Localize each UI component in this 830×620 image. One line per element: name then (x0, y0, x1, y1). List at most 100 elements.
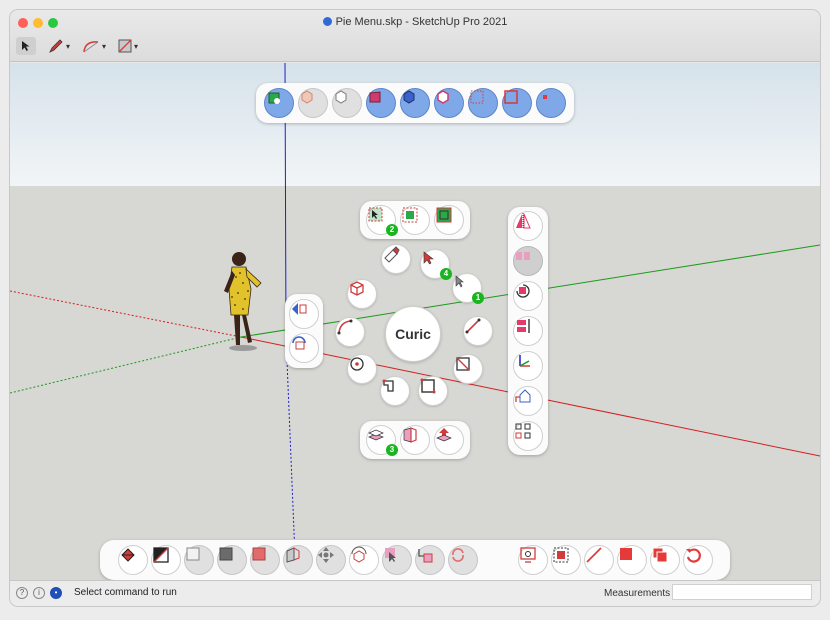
titlebar: Pie Menu.skp - SketchUp Pro 2021 ▾ ▾ ▾ (10, 10, 820, 62)
align-button[interactable] (513, 246, 543, 276)
offset-icon (417, 549, 432, 563)
paint-bucket-button[interactable] (117, 545, 148, 575)
place-house-button[interactable] (513, 386, 543, 416)
axes-icon (519, 355, 530, 367)
window-title-text: Pie Menu.skp - SketchUp Pro 2021 (335, 16, 508, 28)
rotate-face-button[interactable] (513, 281, 543, 311)
eraser-tool-button[interactable]: ▾ (118, 39, 138, 53)
extrude-button[interactable] (400, 425, 430, 455)
undo-icon (685, 548, 701, 563)
wheel-tape-button[interactable]: 1 (452, 273, 484, 304)
app-window: Pie Menu.skp - SketchUp Pro 2021 ▾ ▾ ▾ 2… (10, 10, 820, 606)
style-hidden-line-button[interactable] (332, 88, 362, 118)
scale-tool-button[interactable] (381, 545, 412, 575)
wheel-circle-button[interactable] (347, 354, 377, 384)
l-shape-icon (382, 379, 394, 392)
wheel-rotated-rect-button[interactable] (453, 354, 483, 384)
sketchup-file-icon (322, 17, 332, 26)
count-badge: 2 (386, 224, 398, 236)
select-inside-button[interactable] (400, 205, 430, 235)
style-monochrome-button[interactable] (434, 88, 464, 118)
eraser-icon (118, 39, 132, 53)
push-pull-button[interactable] (434, 425, 464, 455)
flip-left-button[interactable] (289, 299, 319, 329)
push-pull-icon (436, 428, 452, 442)
box-hidden-line-icon (335, 90, 347, 104)
style-textured-button[interactable] (400, 88, 430, 118)
pie-left-group (285, 294, 323, 368)
refresh-button[interactable] (447, 545, 478, 575)
select-tool-button[interactable] (16, 37, 36, 55)
house-icon (515, 389, 531, 403)
chevron-down-icon: ▾ (66, 41, 71, 51)
style-xray-button[interactable] (264, 88, 294, 118)
hide-geometry-button[interactable] (150, 545, 181, 575)
undo-button[interactable] (682, 545, 713, 575)
measurements-input[interactable] (672, 584, 812, 600)
diagonal-line-button[interactable] (583, 545, 614, 575)
pie-top-group: 2 (360, 201, 470, 239)
select-outside-button[interactable] (434, 205, 464, 235)
select-arrow-icon (423, 251, 434, 265)
arc-tool-button[interactable]: ▾ (82, 38, 106, 54)
explode-icon (515, 423, 531, 439)
copy-frame-button[interactable] (517, 545, 548, 575)
style-shaded-button[interactable] (366, 88, 396, 118)
section-plane-button[interactable] (282, 545, 313, 575)
pie-menu-center[interactable]: Curic (385, 306, 441, 362)
move-button[interactable] (315, 545, 346, 575)
dark-square-icon (219, 547, 232, 561)
monochrome-box-icon (437, 90, 449, 104)
rotate-left-button[interactable] (289, 333, 319, 363)
sky (10, 63, 820, 186)
wheel-eraser-button[interactable] (381, 244, 411, 274)
green-square-icon (402, 207, 418, 223)
wheel-line-button[interactable] (463, 316, 493, 346)
face-style-dots-button[interactable] (468, 88, 498, 118)
user-account-icon[interactable]: • (50, 587, 62, 599)
geo-location-icon[interactable]: ? (16, 587, 28, 599)
rotate-face-icon (516, 284, 530, 298)
line-tool-button[interactable]: ▾ (48, 38, 70, 54)
rotate-icon (292, 336, 306, 350)
duplicate-button[interactable] (649, 545, 680, 575)
align-icon (516, 252, 530, 260)
wheel-component-button[interactable] (347, 279, 377, 309)
offset-tool-button[interactable] (414, 545, 445, 575)
face-style-outline-button[interactable] (502, 88, 532, 118)
credits-icon[interactable]: i (33, 587, 45, 599)
duplicate-icon (652, 547, 667, 563)
white-square-icon (186, 547, 199, 561)
wheel-arc-button[interactable] (335, 317, 365, 347)
copy-frame-icon (519, 547, 536, 563)
face-style-point-button[interactable] (536, 88, 566, 118)
arc-icon (83, 41, 99, 53)
face-white-button[interactable] (183, 545, 214, 575)
offset-layers-button[interactable]: 3 (366, 425, 398, 456)
rotate-tool-button[interactable] (348, 545, 379, 575)
mirror-icon (516, 213, 531, 229)
select-dashed-button[interactable]: 2 (366, 205, 398, 236)
window-title: Pie Menu.skp - SketchUp Pro 2021 (10, 16, 820, 28)
red-square-icon (252, 547, 265, 561)
wheel-rectangle-button[interactable] (418, 376, 448, 406)
half-square-icon (152, 547, 169, 563)
solid-red-button[interactable] (616, 545, 647, 575)
wheel-polygon-button[interactable] (380, 376, 410, 406)
pencil-icon (49, 39, 63, 53)
wheel-select-button[interactable]: 4 (420, 249, 452, 280)
pie-right-group (508, 207, 548, 455)
model-viewport[interactable]: 2 Curic 4 1 3 (10, 63, 820, 580)
rotate-box-icon (351, 546, 366, 563)
face-red-button[interactable] (249, 545, 280, 575)
center-frame-button[interactable] (550, 545, 581, 575)
face-dark-button[interactable] (216, 545, 247, 575)
distribute-button[interactable] (513, 316, 543, 346)
mirror-button[interactable] (513, 211, 543, 241)
axes-button[interactable] (513, 351, 543, 381)
circle-icon (350, 357, 364, 371)
line-icon (465, 318, 481, 334)
explode-button[interactable] (513, 421, 543, 451)
select-arrow-icon (368, 207, 383, 222)
style-wireframe-button[interactable] (298, 88, 328, 118)
